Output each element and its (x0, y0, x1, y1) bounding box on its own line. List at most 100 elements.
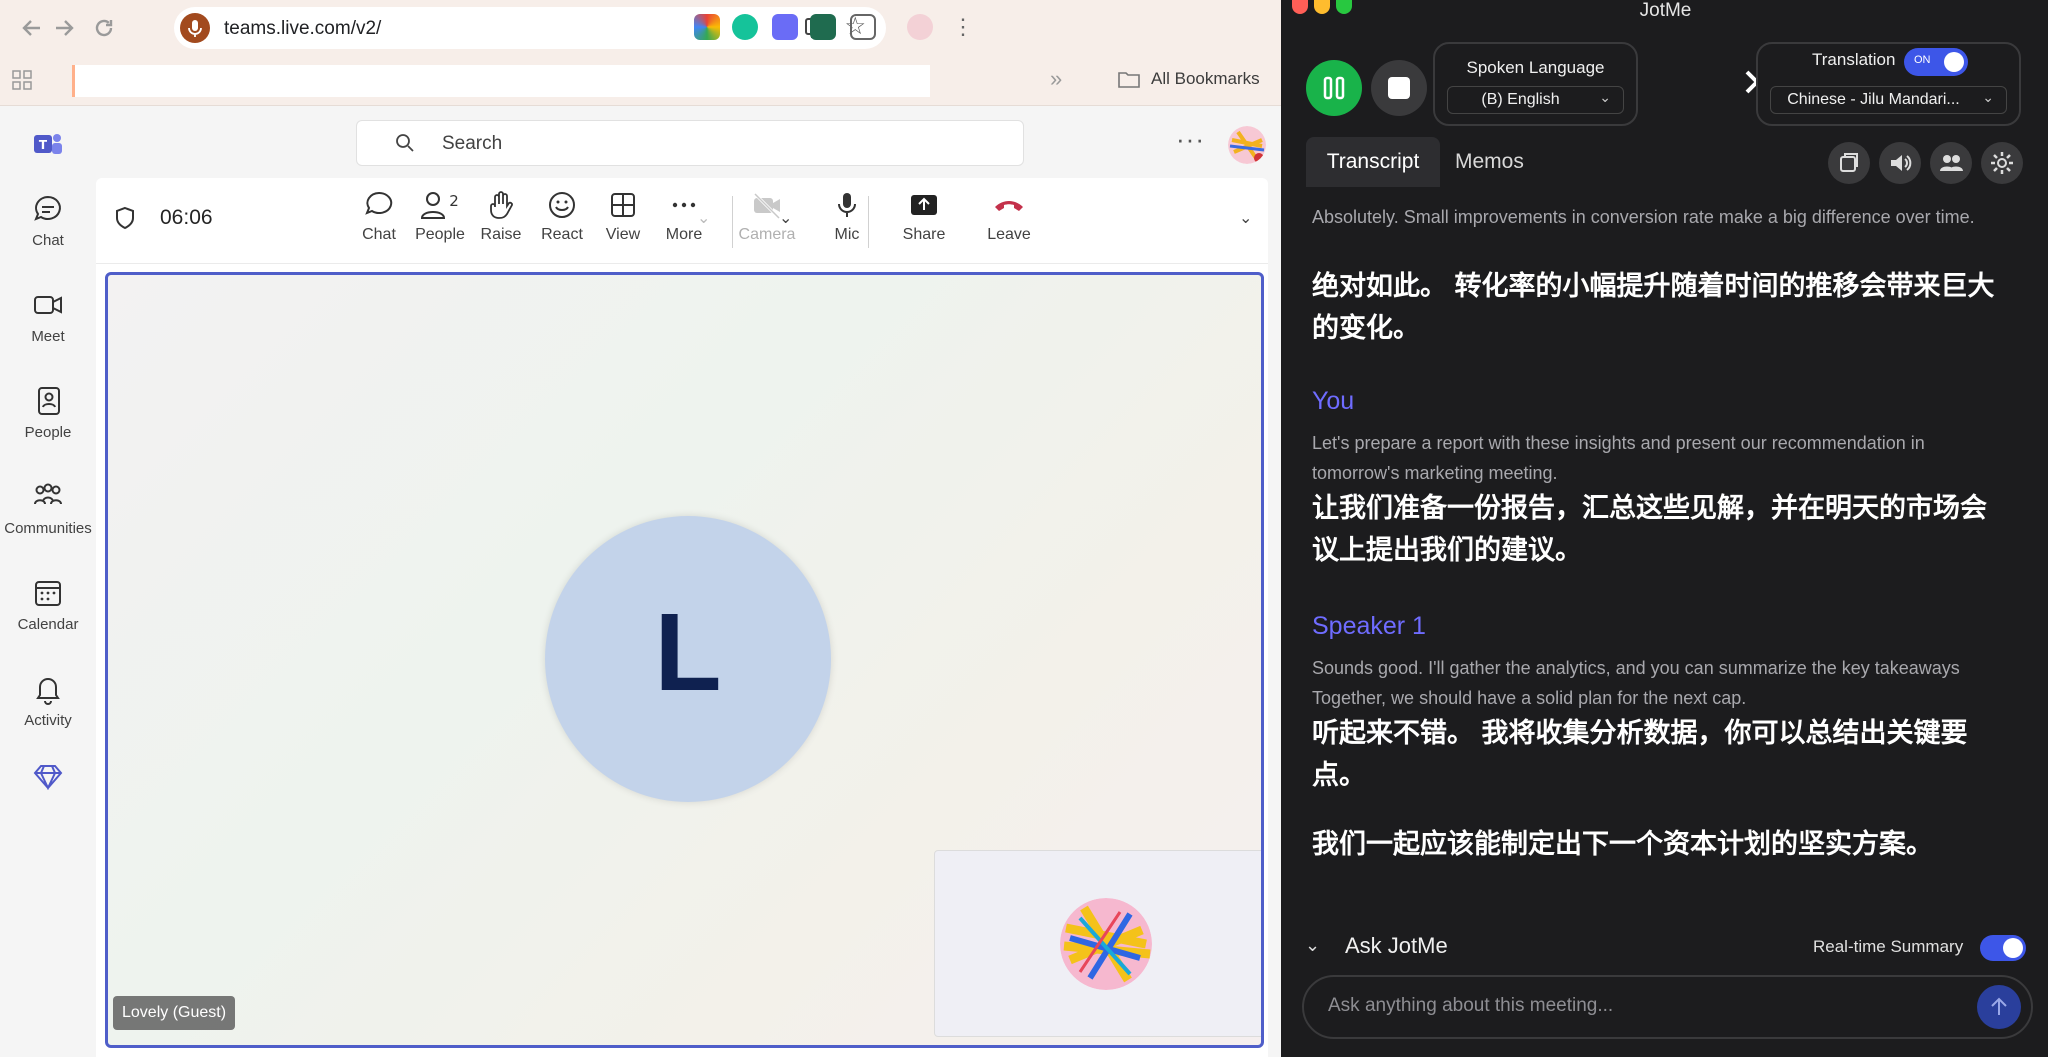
chat-button[interactable]: Chat (346, 190, 412, 252)
ask-input-placeholder[interactable]: Ask anything about this meeting... (1328, 995, 1613, 1017)
jotme-title: JotMe (1639, 0, 1692, 21)
spoken-language-box: Spoken Language (B) English ⌄ (1433, 42, 1638, 126)
transcript-text-en: Let's prepare a report with these insigh… (1312, 433, 1925, 483)
view-button[interactable]: View (590, 190, 656, 252)
jotme-window: JotMe Spoken Language (B) English ⌄ Tran… (1283, 0, 2048, 1057)
tab-memos[interactable]: Memos (1455, 137, 1524, 187)
extension-purple-icon[interactable] (772, 14, 798, 40)
leave-options-chevron-icon[interactable]: ⌄ (1239, 208, 1252, 228)
translation-language-select[interactable]: Chinese - Jilu Mandari... ⌄ (1770, 86, 2007, 114)
translation-title: Translation (1812, 50, 1896, 69)
speaker-name: You (1312, 387, 1355, 415)
camera-button-label: Camera (738, 226, 796, 243)
rail-item-people[interactable]: People (0, 384, 96, 462)
meeting-timer: 06:06 (160, 206, 213, 229)
rail-label-chat: Chat (32, 232, 64, 249)
mic-button[interactable]: Mic (814, 190, 880, 252)
rail-item-communities[interactable]: Communities (0, 480, 96, 558)
rail-item-meet[interactable]: Meet (0, 288, 96, 366)
calendar-icon (35, 581, 61, 606)
teams-logo-icon[interactable]: T (32, 130, 64, 158)
transcript-text-en: Absolutely. Small improvements in conver… (1312, 207, 1975, 227)
user-avatar[interactable] (1228, 126, 1266, 164)
self-avatar (1060, 898, 1152, 990)
copy-button[interactable] (1828, 142, 1870, 184)
participant-avatar[interactable]: L (545, 516, 831, 802)
extension-color-icon[interactable] (694, 14, 720, 40)
react-button-label: React (541, 226, 583, 243)
extension-check-icon[interactable] (810, 14, 836, 40)
translation-box: Translation ON Chinese - Jilu Mandari...… (1756, 42, 2021, 126)
stop-recording-button[interactable] (1371, 60, 1427, 116)
spoken-language-value: (B) English (1481, 91, 1560, 108)
raise-hand-button[interactable]: Raise (468, 190, 534, 252)
shield-icon[interactable] (114, 206, 136, 235)
meeting-panel: 06:06 Chat 2 People Raise React View Mor… (96, 178, 1268, 1057)
participants-button[interactable] (1930, 142, 1972, 184)
spoken-language-title: Spoken Language (1466, 58, 1605, 77)
tab-transcript[interactable]: Transcript (1306, 137, 1440, 187)
collapse-chevron-icon[interactable]: ⌄ (1305, 935, 1320, 956)
stop-icon (1388, 77, 1410, 99)
ask-input[interactable]: Ask anything about this meeting... (1302, 975, 2033, 1039)
rail-item-chat[interactable]: Chat (0, 192, 96, 270)
transcript-text-zh: 绝对如此。 转化率的小幅提升随着时间的推移会带来巨大的变化。 (1312, 271, 1995, 343)
camera-options-chevron-icon[interactable]: ⌄ (697, 208, 710, 228)
bookmarks-overflow-icon[interactable]: » (1050, 66, 1062, 92)
extensions-puzzle-icon[interactable] (850, 14, 876, 40)
mic-options-chevron-icon[interactable]: ⌄ (779, 208, 792, 228)
share-button[interactable]: Share (891, 190, 957, 252)
chevron-down-icon: ⌄ (1982, 89, 1994, 105)
reload-button[interactable] (90, 14, 118, 42)
smiley-icon (549, 192, 575, 218)
apps-grid-icon[interactable] (12, 70, 32, 90)
audio-button[interactable] (1879, 142, 1921, 184)
ask-jotme-section: ⌄ Ask JotMe Real-time Summary Ask anythi… (1283, 917, 2048, 1057)
url-text[interactable]: teams.live.com/v2/ (224, 18, 381, 40)
rail-item-activity[interactable]: Activity (0, 672, 96, 750)
more-button-label: More (665, 226, 703, 243)
premium-diamond-icon[interactable] (33, 764, 63, 791)
view-button-label: View (605, 226, 641, 243)
speaker-icon (1891, 155, 1912, 171)
meet-icon (34, 296, 62, 314)
pause-recording-button[interactable] (1306, 60, 1362, 116)
more-options-icon[interactable]: ··· (1176, 124, 1205, 155)
bookmarks-bar: » All Bookmarks (0, 56, 1281, 106)
translation-toggle[interactable]: ON (1904, 48, 1968, 76)
people-button[interactable]: 2 People (407, 190, 473, 252)
send-button[interactable] (1977, 985, 2021, 1029)
raise-hand-icon (490, 191, 513, 219)
rail-label-meet: Meet (31, 328, 65, 345)
profile-avatar-icon[interactable] (907, 14, 933, 40)
back-button[interactable] (18, 14, 46, 42)
speaker-name: Speaker 1 (1312, 612, 1426, 640)
browser-menu-icon[interactable]: ⋮ (952, 14, 974, 40)
participant-name-tag: Lovely (Guest) (113, 996, 236, 1030)
rail-item-calendar[interactable]: Calendar (0, 576, 96, 654)
leave-button[interactable]: Leave (976, 190, 1042, 252)
search-box[interactable]: Search (356, 120, 1024, 166)
chat-bubble-icon (365, 191, 393, 215)
meeting-toolbar: 06:06 Chat 2 People Raise React View Mor… (96, 178, 1268, 264)
raise-button-label: Raise (480, 226, 522, 243)
self-view-tile[interactable] (934, 850, 1261, 1037)
microphone-indicator-icon[interactable] (180, 13, 210, 43)
transcript-text-zh: 听起来不错。 我将收集分析数据，你可以总结出关键要点。 (1312, 718, 1968, 790)
transcript-text-zh: 我们一起应该能制定出下一个资本计划的坚实方案。 (1312, 829, 1933, 859)
share-button-label: Share (902, 226, 946, 243)
gear-icon (1991, 152, 2013, 174)
realtime-summary-toggle[interactable] (1980, 935, 2026, 961)
settings-button[interactable] (1981, 142, 2023, 184)
grammarly-icon[interactable] (732, 14, 758, 40)
ellipsis-icon (672, 202, 696, 208)
search-placeholder[interactable]: Search (442, 133, 502, 155)
all-bookmarks-link[interactable]: All Bookmarks (1151, 69, 1260, 89)
react-button[interactable]: React (529, 190, 595, 252)
toolbar-divider-2 (868, 196, 869, 248)
spoken-language-select[interactable]: (B) English ⌄ (1447, 86, 1624, 114)
transcript-panel: Absolutely. Small improvements in conver… (1298, 187, 2033, 917)
forward-button[interactable] (50, 14, 78, 42)
leave-button-label: Leave (987, 226, 1031, 243)
rail-label-communities: Communities (4, 520, 92, 537)
